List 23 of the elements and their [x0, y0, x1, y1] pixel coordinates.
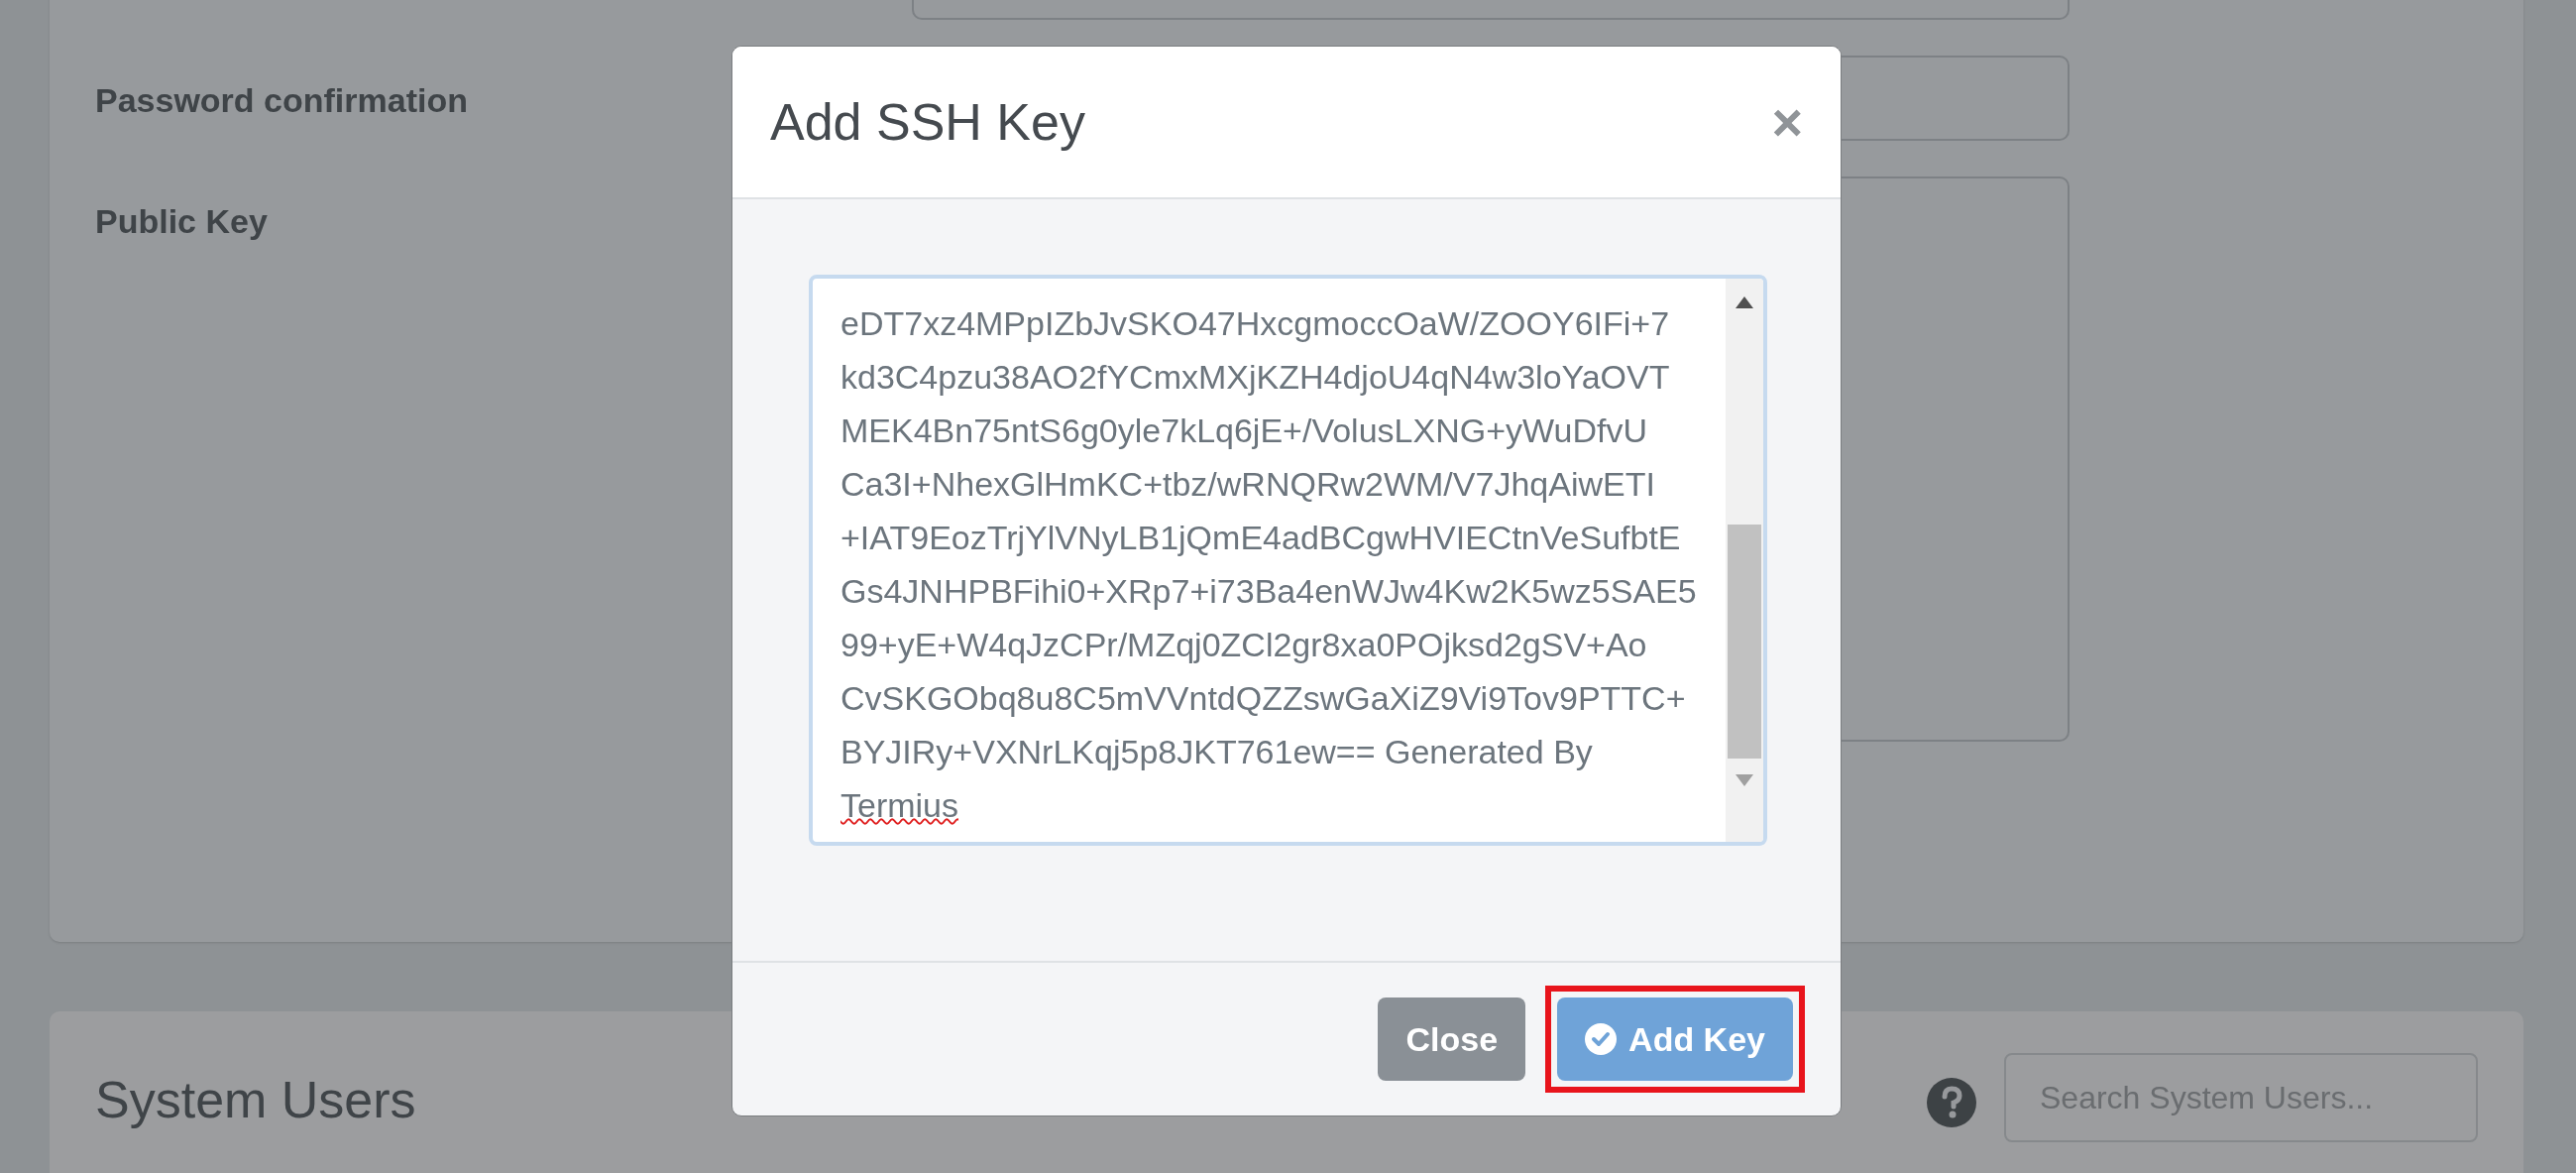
key-text-line: BYJIRy+VXNrLKqj5p8JKT761ew== Generated By — [840, 732, 1594, 772]
close-button[interactable]: Close — [1378, 997, 1526, 1081]
key-text-line: +IAT9EozTrjYlVNyLB1jQmE4adBCgwHVIECtnVeSufbtE — [840, 518, 1682, 558]
modal-title: Add SSH Key — [770, 92, 1085, 153]
add-key-button[interactable]: Add Key — [1557, 997, 1793, 1081]
key-text-line: CvSKGObq8u8C5mVVntdQZZswGaXiZ9Vi9Tov9PTTC+ — [840, 678, 1687, 719]
scroll-up-icon[interactable] — [1736, 296, 1753, 308]
scrollbar[interactable] — [1726, 279, 1763, 842]
scroll-down-icon[interactable] — [1736, 774, 1753, 786]
key-text-line: MEK4Bn75ntS6g0yle7kLq6jE+/VolusLXNG+yWuDfvU — [840, 411, 1648, 451]
key-text-line: Ca3I+NhexGlHmKC+tbz/wRNQRw2WM/V7JhqAiwETI — [840, 464, 1656, 505]
key-text-line: kd3C4pzu38AO2fYCmxMXjKZH4djoU4qN4w3loYaOVT — [840, 357, 1671, 398]
public-key-field[interactable] — [809, 275, 1767, 846]
help-icon[interactable] — [1927, 1078, 1976, 1127]
key-text-line: 99+yE+W4qJzCPr/MZqj0ZCl2gr8xa0POjksd2gSV+Ao — [840, 625, 1648, 665]
section-title: System Users — [95, 1070, 416, 1130]
field-label: Public Key — [95, 202, 268, 240]
key-text-line: eDT7xz4MPpIZbJvSKO47HxcgmoccOaW/ZOOY6IFi+7 — [840, 303, 1671, 344]
check-circle-icon — [1585, 1023, 1618, 1055]
field-label: Password confirmation — [95, 81, 468, 119]
key-text-line: Termius — [840, 785, 960, 826]
scrollbar-thumb[interactable] — [1728, 525, 1761, 759]
key-text-line: Gs4JNHPBFihi0+XRp7+i73Ba4enWJw4Kw2K5wz5SAE5 — [840, 571, 1698, 612]
